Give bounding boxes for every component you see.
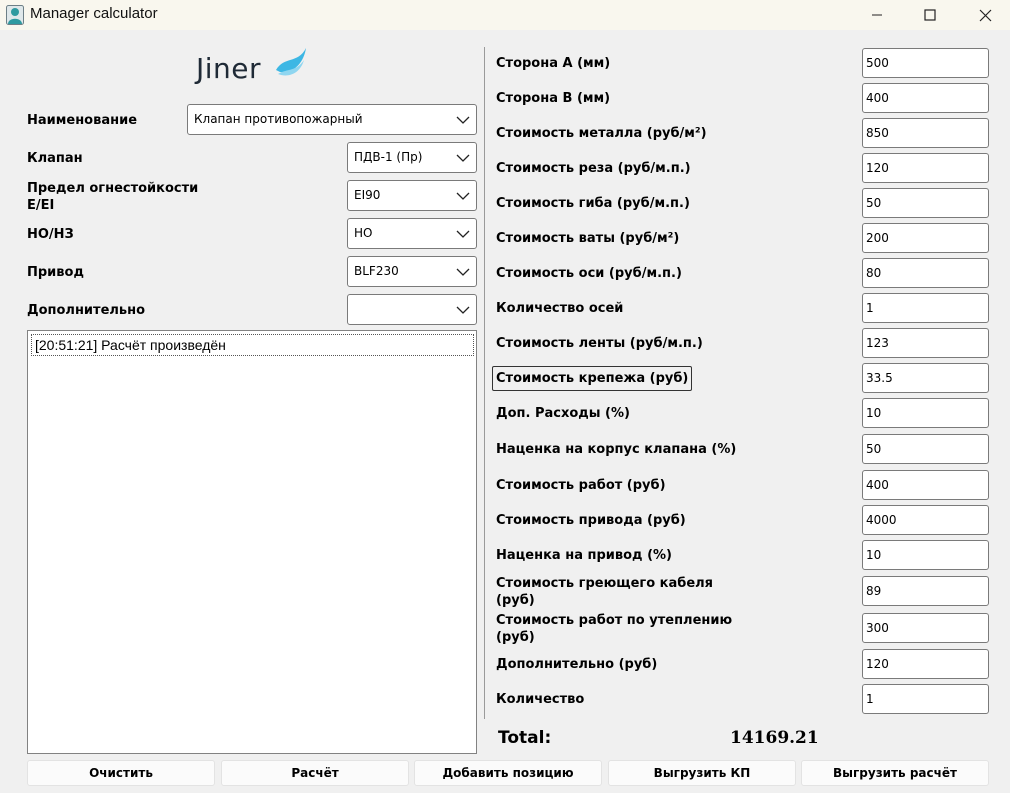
- cut-cost-input[interactable]: 120: [862, 153, 989, 183]
- log-list[interactable]: [20:51:21] Расчёт произведён: [27, 330, 477, 754]
- side-a-label: Сторона A (мм): [496, 56, 611, 71]
- quantity-input[interactable]: 1: [862, 684, 989, 714]
- calculate-button[interactable]: Расчёт: [221, 760, 409, 786]
- maximize-button[interactable]: [905, 0, 955, 30]
- chevron-down-icon: [456, 306, 470, 314]
- user-avatar-icon: [6, 5, 24, 25]
- additional-cost-input[interactable]: 120: [862, 649, 989, 679]
- export-kp-button[interactable]: Выгрузить КП: [608, 760, 796, 786]
- insulation-work-cost-input[interactable]: 300: [862, 613, 989, 643]
- minimize-button[interactable]: [852, 0, 902, 30]
- valve-select[interactable]: ПДВ-1 (Пр): [347, 142, 477, 173]
- extra-expenses-label: Доп. Расходы (%): [496, 406, 630, 421]
- drive-label: Привод: [27, 265, 84, 280]
- fire-resistance-label: Предел огнестойкости E/EI: [27, 181, 199, 213]
- body-markup-label: Наценка на корпус клапана (%): [496, 442, 737, 457]
- cut-cost-label: Стоимость реза (руб/м.п.): [496, 161, 691, 176]
- drive-select[interactable]: BLF230: [347, 256, 477, 287]
- metal-cost-label: Стоимость металла (руб/м²): [496, 126, 707, 141]
- name-select-value: Клапан противопожарный: [194, 112, 363, 126]
- name-select[interactable]: Клапан противопожарный: [187, 104, 477, 135]
- fastener-cost-label: Стоимость крепежа (руб): [492, 366, 693, 391]
- work-cost-input[interactable]: 400: [862, 470, 989, 500]
- side-a-input[interactable]: 500: [862, 48, 989, 78]
- chevron-down-icon: [456, 154, 470, 162]
- side-b-input[interactable]: 400: [862, 83, 989, 113]
- no-nz-label: НО/НЗ: [27, 227, 74, 242]
- drive-cost-label: Стоимость привода (руб): [496, 513, 686, 528]
- minimize-icon: [872, 14, 882, 16]
- title-bar: Manager calculator: [0, 0, 1010, 30]
- bend-cost-input[interactable]: 50: [862, 188, 989, 218]
- total-value: 14169.21: [730, 728, 819, 748]
- clear-button[interactable]: Очистить: [27, 760, 215, 786]
- no-nz-select-value: НО: [354, 226, 373, 240]
- chevron-down-icon: [456, 116, 470, 124]
- chevron-down-icon: [456, 192, 470, 200]
- wool-cost-label: Стоимость ваты (руб/м²): [496, 231, 680, 246]
- fire-resistance-select-value: EI90: [354, 188, 381, 202]
- chevron-down-icon: [456, 230, 470, 238]
- window-title: Manager calculator: [30, 5, 158, 22]
- total-label: Total:: [498, 728, 552, 748]
- column-divider: [484, 47, 485, 719]
- close-button[interactable]: [960, 0, 1010, 30]
- maximize-icon: [924, 9, 936, 21]
- chevron-down-icon: [456, 268, 470, 276]
- company-logo: Jiner: [196, 46, 311, 90]
- heating-cable-cost-input[interactable]: 89: [862, 576, 989, 606]
- side-b-label: Сторона B (мм): [496, 91, 611, 106]
- fastener-cost-input[interactable]: 33.5: [862, 363, 989, 393]
- axis-count-label: Количество осей: [496, 301, 624, 316]
- axis-count-input[interactable]: 1: [862, 293, 989, 323]
- metal-cost-input[interactable]: 850: [862, 118, 989, 148]
- body-markup-input[interactable]: 50: [862, 434, 989, 464]
- wool-cost-input[interactable]: 200: [862, 223, 989, 253]
- add-position-button[interactable]: Добавить позицию: [414, 760, 602, 786]
- axis-cost-label: Стоимость оси (руб/м.п.): [496, 266, 682, 281]
- drive-markup-input[interactable]: 10: [862, 540, 989, 570]
- logo-wave-icon: [276, 48, 306, 76]
- bend-cost-label: Стоимость гиба (руб/м.п.): [496, 196, 690, 211]
- log-entry[interactable]: [20:51:21] Расчёт произведён: [31, 334, 474, 356]
- insulation-work-cost-label: Стоимость работ по утеплению (руб): [496, 613, 733, 645]
- export-calculation-button[interactable]: Выгрузить расчёт: [801, 760, 989, 786]
- additional-label: Дополнительно: [27, 303, 146, 318]
- axis-cost-input[interactable]: 80: [862, 258, 989, 288]
- drive-cost-input[interactable]: 4000: [862, 505, 989, 535]
- tape-cost-label: Стоимость ленты (руб/м.п.): [496, 336, 703, 351]
- additional-select[interactable]: [347, 294, 477, 325]
- work-cost-label: Стоимость работ (руб): [496, 478, 666, 493]
- extra-expenses-input[interactable]: 10: [862, 398, 989, 428]
- close-icon: [979, 9, 991, 21]
- fire-resistance-select[interactable]: EI90: [347, 180, 477, 211]
- name-label: Наименование: [27, 113, 138, 128]
- no-nz-select[interactable]: НО: [347, 218, 477, 249]
- valve-select-value: ПДВ-1 (Пр): [354, 150, 423, 164]
- drive-select-value: BLF230: [354, 264, 399, 278]
- additional-cost-label: Дополнительно (руб): [496, 657, 658, 672]
- drive-markup-label: Наценка на привод (%): [496, 548, 672, 563]
- quantity-label: Количество: [496, 692, 585, 707]
- logo-text: Jiner: [196, 52, 262, 85]
- tape-cost-input[interactable]: 123: [862, 328, 989, 358]
- heating-cable-cost-label: Стоимость греющего кабеля (руб): [496, 576, 714, 608]
- valve-label: Клапан: [27, 151, 83, 166]
